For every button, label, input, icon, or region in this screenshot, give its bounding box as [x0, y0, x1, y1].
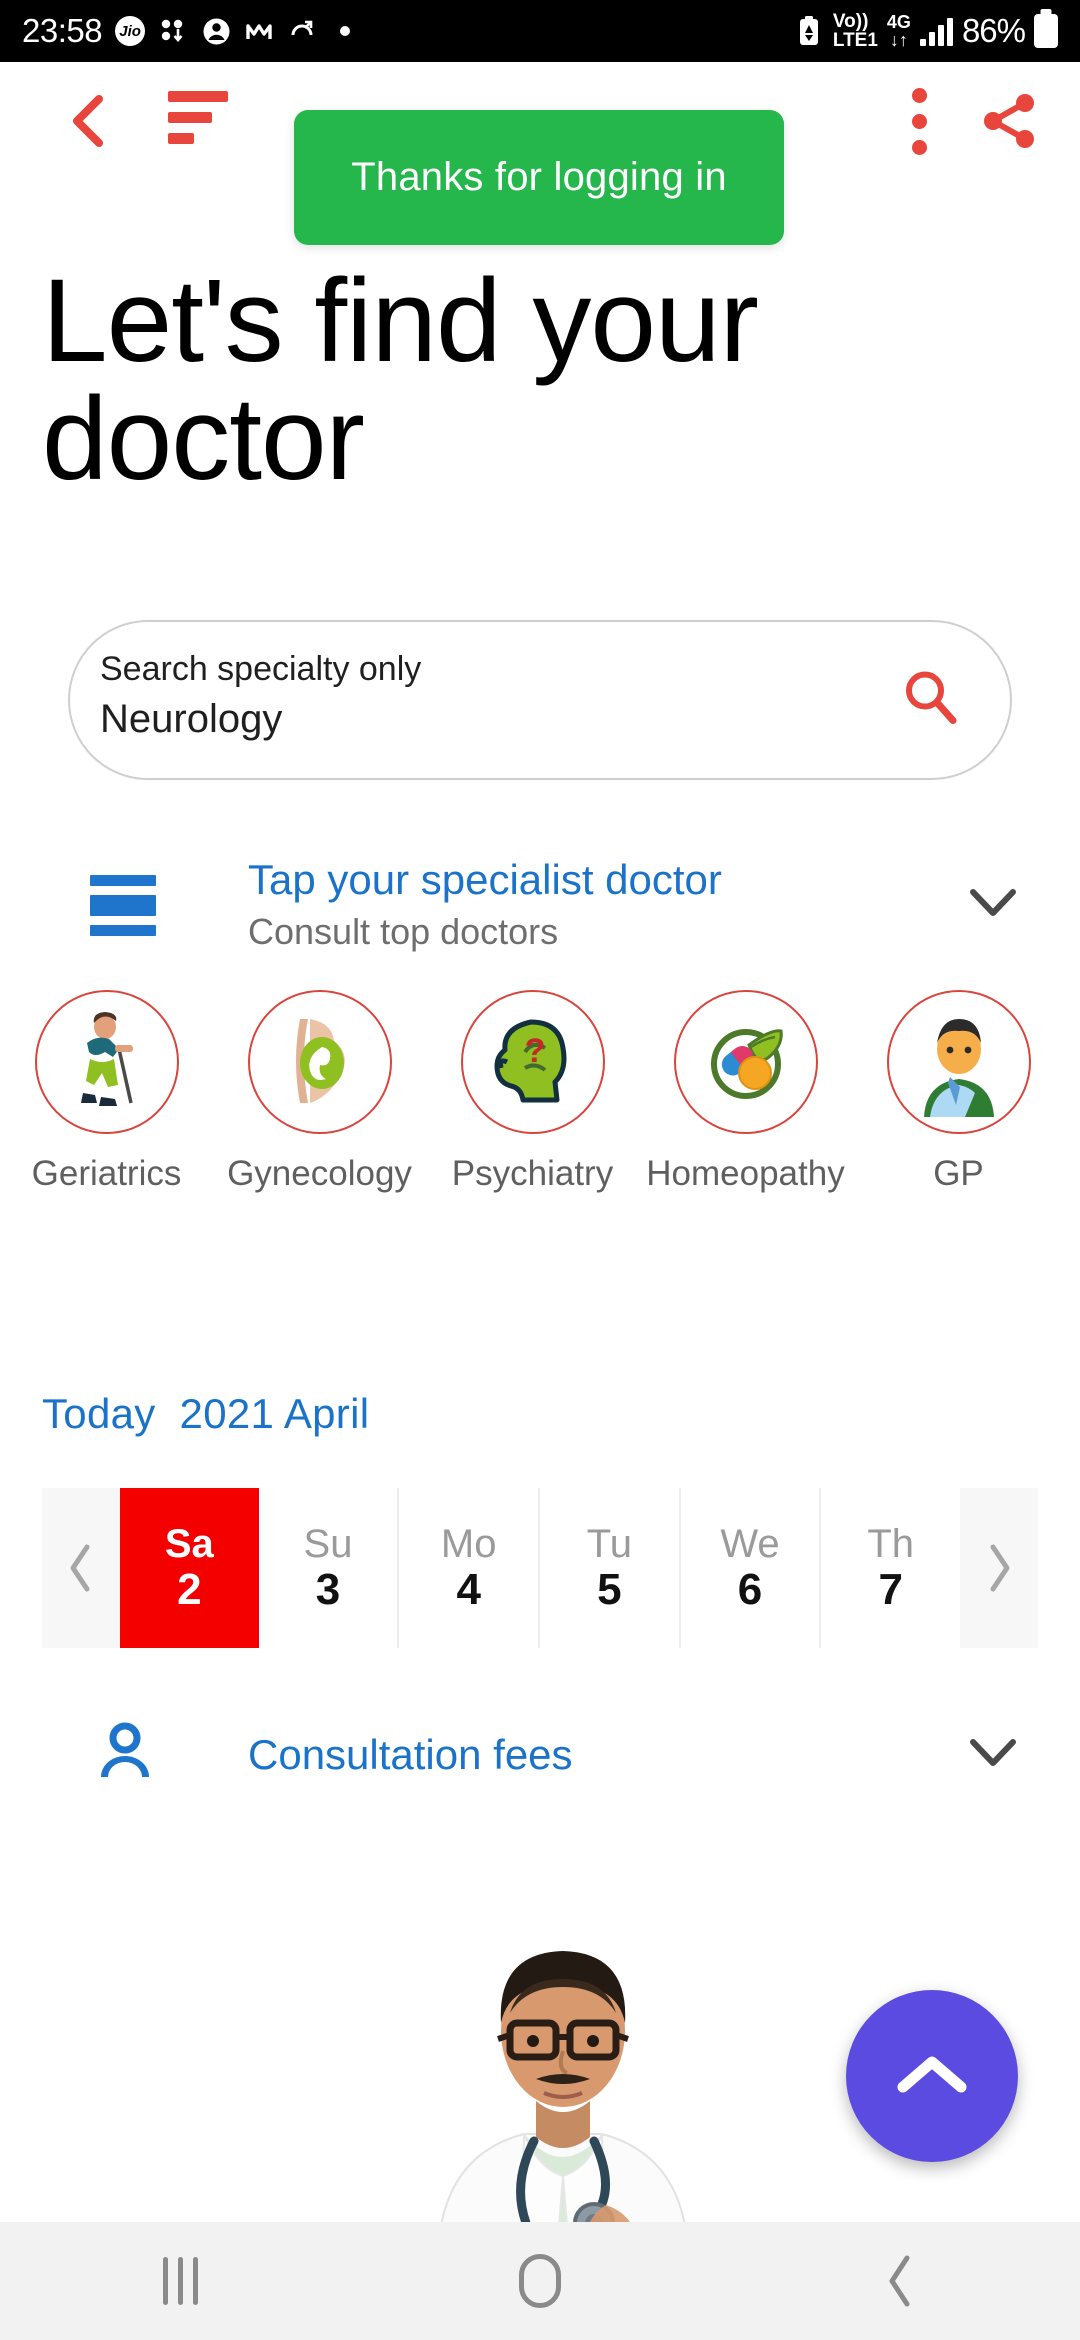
status-bar: 23:58 Jio Vo)) LTE1 4G ↓↑ 86%	[0, 0, 1080, 62]
month-label: 2021 April	[179, 1390, 370, 1437]
specialty-label: GP	[933, 1154, 984, 1193]
specialty-label: Psychiatry	[451, 1154, 614, 1193]
date-dow: Th	[867, 1522, 915, 1566]
back-button[interactable]	[62, 91, 116, 151]
date-dow: Tu	[586, 1522, 632, 1566]
nav-back-button[interactable]	[800, 2222, 1000, 2340]
doctor-avatar-icon	[886, 990, 1031, 1134]
date-dow: We	[720, 1522, 780, 1566]
search-text-stack: Search specialty only Neurology	[100, 648, 421, 745]
sort-bar-1	[168, 91, 228, 102]
share-button[interactable]	[974, 86, 1044, 156]
screenshot-icon	[287, 16, 317, 46]
nav-home-button[interactable]	[440, 2222, 640, 2340]
date-strip[interactable]: Sa 2 Su 3 Mo 4 Tu 5 We 6 Th 7	[42, 1488, 1038, 1648]
recents-icon	[162, 2257, 198, 2305]
specialty-item-gynecology[interactable]: Gynecology	[213, 990, 426, 1194]
volte-icon: Vo)) LTE1	[832, 11, 878, 51]
signal-bars-icon	[919, 16, 953, 46]
date-dow: Su	[303, 1522, 353, 1566]
chevron-down-icon[interactable]	[968, 1736, 1018, 1775]
person-icon	[96, 1722, 154, 1789]
sort-bar-2	[168, 112, 212, 123]
consultation-fees-title: Consultation fees	[248, 1730, 573, 1778]
status-bar-left: 23:58 Jio	[22, 12, 360, 50]
date-dow: Mo	[440, 1522, 497, 1566]
jio-icon: Jio	[115, 16, 146, 46]
date-num: 5	[597, 1565, 622, 1614]
consultation-fees-texts: Consultation fees	[248, 1731, 573, 1779]
calendar-next-button[interactable]	[960, 1488, 1038, 1648]
specialty-label: Geriatrics	[31, 1154, 182, 1193]
date-cells: Sa 2 Su 3 Mo 4 Tu 5 We 6 Th 7	[120, 1488, 961, 1648]
specialty-item-homeopathy[interactable]: Homeopathy	[639, 990, 852, 1194]
today-label: Today	[42, 1390, 156, 1437]
specialty-item-geriatrics[interactable]: Geriatrics	[0, 990, 213, 1194]
search-input[interactable]: Neurology	[100, 693, 421, 745]
date-cell[interactable]: Su 3	[258, 1488, 400, 1648]
4g-icon: 4G ↓↑	[886, 12, 911, 50]
list-bars-icon	[90, 874, 156, 936]
calendar-prev-button[interactable]	[42, 1488, 120, 1648]
battery-icon	[1034, 14, 1058, 48]
herbal-pills-leaf-icon	[673, 990, 818, 1134]
sort-filter-button[interactable]	[168, 91, 228, 151]
date-cell[interactable]: Tu 5	[540, 1488, 681, 1648]
chevron-down-icon[interactable]	[968, 886, 1018, 925]
nav-recents-button[interactable]	[80, 2222, 280, 2340]
specialty-item-psychiatry[interactable]: ? Psychiatry	[426, 990, 639, 1194]
specialty-item-gp[interactable]: GP	[852, 990, 1065, 1194]
date-cell[interactable]: We 6	[680, 1488, 822, 1648]
status-clock: 23:58	[22, 12, 103, 49]
specialist-section-header[interactable]: Tap your specialist doctor Consult top d…	[0, 840, 1080, 970]
specialist-section-texts: Tap your specialist doctor Consult top d…	[248, 856, 722, 953]
specialist-section-subtitle: Consult top doctors	[248, 910, 559, 952]
toast-notification: Thanks for logging in	[294, 110, 784, 245]
date-num: 7	[878, 1565, 903, 1614]
more-dot-1	[911, 87, 927, 103]
toast-message: Thanks for logging in	[351, 155, 727, 199]
more-options-button[interactable]	[896, 86, 942, 156]
date-num: 6	[737, 1565, 763, 1614]
dot-icon	[330, 16, 360, 46]
data-saver-icon	[794, 16, 824, 46]
specialty-rail[interactable]: Geriatrics Gynecology ? Psychiatry Homeo…	[0, 990, 1080, 1250]
date-cell[interactable]: Th 7	[821, 1488, 961, 1648]
date-num: 3	[315, 1565, 341, 1614]
specialty-label: Gynecology	[227, 1154, 412, 1193]
more-dot-2	[911, 113, 927, 129]
consultation-fees-header[interactable]: Consultation fees	[0, 1690, 1080, 1820]
pregnant-belly-icon	[247, 990, 392, 1134]
phone-screen: 23:58 Jio Vo)) LTE1 4G ↓↑ 86% Thanks for…	[0, 0, 1080, 2340]
search-hint-label: Search specialty only	[100, 650, 422, 688]
sort-bar-3	[168, 133, 194, 144]
back-chevron-icon	[889, 2255, 910, 2307]
calendar-header: Today 2021 April	[42, 1390, 369, 1438]
head-question-mark-icon: ?	[460, 990, 605, 1134]
date-num: 2	[177, 1565, 202, 1614]
specialty-label: Homeopathy	[646, 1154, 845, 1193]
date-cell[interactable]: Mo 4	[399, 1488, 541, 1648]
date-dow: Sa	[164, 1522, 214, 1566]
android-nav-bar	[0, 2222, 1080, 2340]
chevron-up-icon	[897, 2056, 967, 2093]
m-app-icon	[244, 16, 274, 46]
svg-text:?: ?	[524, 1032, 545, 1070]
search-field[interactable]: Search specialty only Neurology	[68, 620, 1012, 780]
search-icon[interactable]	[898, 666, 962, 735]
status-bar-right: Vo)) LTE1 4G ↓↑ 86%	[794, 12, 1058, 50]
battery-percent: 86%	[961, 12, 1026, 49]
doctor-portrait-photo[interactable]	[398, 1905, 728, 2250]
scroll-up-fab[interactable]	[846, 1990, 1018, 2162]
date-cell-selected[interactable]: Sa 2	[120, 1488, 259, 1648]
contact-icon	[201, 16, 231, 46]
more-dot-3	[911, 139, 927, 155]
date-num: 4	[456, 1565, 481, 1614]
home-icon	[519, 2254, 561, 2308]
elderly-person-walking-icon	[34, 990, 179, 1134]
bluetooth-transfer-icon	[158, 16, 188, 46]
specialist-section-title: Tap your specialist doctor	[248, 856, 722, 904]
page-title: Let's find your doctor	[42, 255, 759, 505]
